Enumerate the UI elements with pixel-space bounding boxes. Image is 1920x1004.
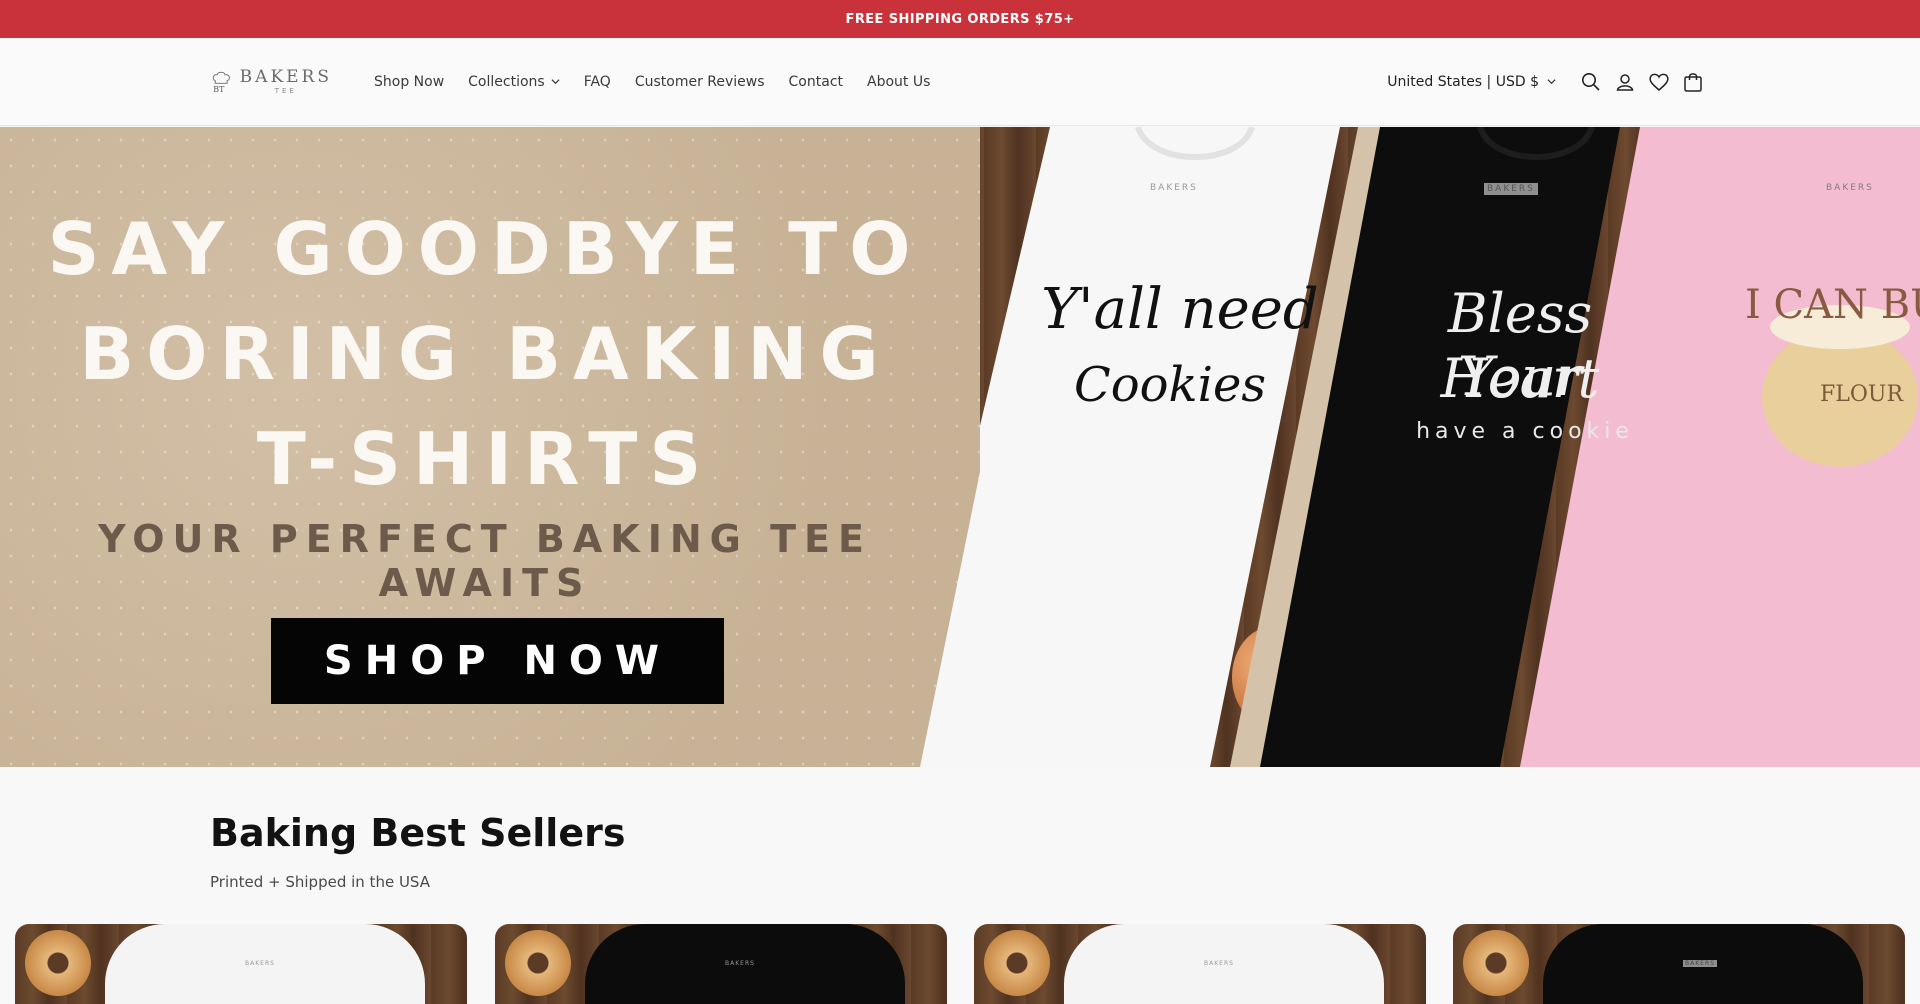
chevron-down-icon [551, 79, 560, 85]
announcement-bar: FREE SHIPPING ORDERS $75+ [0, 0, 1920, 38]
shirt-white-text-1: Y'all need [1041, 277, 1319, 342]
cart-icon [1684, 72, 1702, 92]
shirt-black-text-2: Heart [1440, 347, 1600, 410]
logo-wordmark: BAKERS TEE [239, 66, 332, 95]
shirt-logo: BAKERS [725, 960, 755, 967]
donut-image [505, 930, 571, 996]
shirt-pink-text-1: I CAN BUY MYS [1745, 282, 1920, 328]
hero-headline: SAY GOODBYE TO BORING BAKING T-SHIRTS [20, 197, 950, 512]
nav-about-us[interactable]: About Us [855, 74, 942, 90]
main-nav: Shop Now Collections FAQ Customer Review… [362, 74, 942, 90]
nav-shop-now[interactable]: Shop Now [362, 74, 456, 90]
product-card[interactable]: BAKERS [495, 924, 947, 1004]
best-sellers-section: Baking Best Sellers Printed + Shipped in… [0, 767, 1920, 1004]
donut-image [984, 930, 1050, 996]
hero-headline-line: T-SHIRTS [256, 417, 714, 501]
hero-subheadline: YOUR PERFECT BAKING TEE AWAITS [98, 517, 872, 605]
header-actions: United States | USD $ [1387, 65, 1710, 99]
search-icon [1582, 72, 1600, 91]
shirt-logo: BAKERS [1826, 183, 1874, 193]
chevron-down-icon [1547, 79, 1556, 85]
shirt-logo: BAKERS [1683, 960, 1717, 967]
nav-faq[interactable]: FAQ [572, 74, 623, 90]
cart-button[interactable] [1676, 65, 1710, 99]
chef-hat-logo-icon: BT [212, 71, 230, 93]
site-logo[interactable]: BT BAKERS TEE [210, 62, 332, 102]
shirt-pink-text-2: FLOUR [1820, 382, 1904, 407]
shirt-logo: BAKERS [1204, 960, 1234, 967]
hero-banner[interactable]: BAKERS BAKERS BAKERS Y'all need Cookies … [0, 127, 1920, 767]
nav-contact[interactable]: Contact [777, 74, 855, 90]
shirt-black-text-3: have a cookie [1416, 419, 1634, 444]
shirt-logo: BAKERS [1484, 183, 1538, 195]
account-button[interactable] [1608, 65, 1642, 99]
product-card[interactable]: BAKERS [1453, 924, 1905, 1004]
hero-headline-line: SAY GOODBYE TO [47, 207, 923, 291]
wishlist-heart-icon [1649, 73, 1669, 91]
search-button[interactable] [1574, 65, 1608, 99]
site-header: BT BAKERS TEE Shop Now Collections FAQ C… [0, 38, 1920, 126]
shirt-logo: BAKERS [1150, 183, 1198, 193]
nav-customer-reviews[interactable]: Customer Reviews [623, 74, 777, 90]
wishlist-button[interactable] [1642, 65, 1676, 99]
donut-image [25, 930, 91, 996]
section-subtitle: Printed + Shipped in the USA [210, 873, 430, 891]
section-title: Baking Best Sellers [210, 811, 626, 855]
shirt-logo: BAKERS [245, 960, 275, 967]
hero-headline-line: BORING BAKING [79, 312, 891, 396]
announcement-text: FREE SHIPPING ORDERS $75+ [845, 11, 1075, 27]
tshirts-image [900, 127, 1920, 767]
product-card[interactable]: BAKERS [974, 924, 1426, 1004]
nav-collections[interactable]: Collections [456, 74, 572, 90]
shop-now-button[interactable]: SHOP NOW [271, 618, 724, 704]
shirt-white-text-2: Cookies [1074, 357, 1266, 413]
account-icon [1616, 73, 1634, 91]
donut-image [1463, 930, 1529, 996]
country-currency-selector[interactable]: United States | USD $ [1387, 74, 1556, 90]
product-card[interactable]: BAKERS [15, 924, 467, 1004]
svg-text:BT: BT [213, 84, 225, 93]
